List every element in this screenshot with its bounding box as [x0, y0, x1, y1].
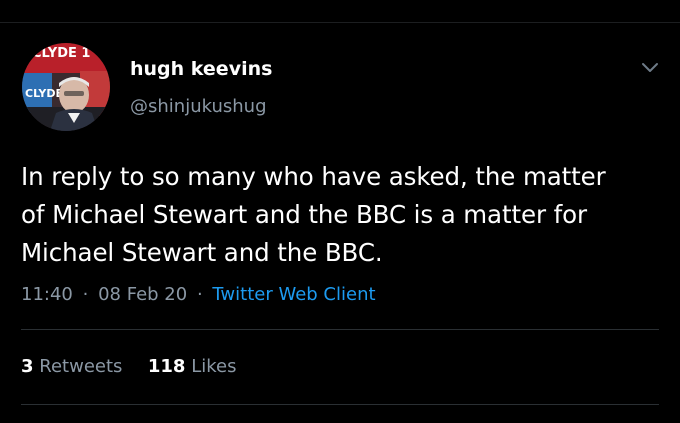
tweet-text-line: of Michael Stewart and the BBC is a matt… — [21, 200, 588, 229]
svg-text:CLYDE 1: CLYDE 1 — [32, 46, 90, 61]
tweet-stats: 3 Retweets 118 Likes — [21, 356, 236, 377]
tweet-time[interactable]: 11:40 — [21, 284, 73, 305]
likes-count: 118 — [147, 356, 186, 377]
tweet-text: In reply to so many who have asked, the … — [21, 158, 661, 272]
author-handle[interactable]: @shinjukushug — [130, 96, 267, 117]
retweets-label: Retweets — [39, 356, 123, 377]
top-divider — [0, 22, 680, 23]
avatar-image: CLYDE 1 CLYDE — [22, 43, 110, 131]
retweets-stat[interactable]: 3 Retweets — [21, 356, 128, 377]
retweets-count: 3 — [21, 356, 34, 377]
likes-label: Likes — [191, 356, 237, 377]
stats-divider-top — [21, 329, 659, 330]
meta-separator: · — [82, 284, 89, 305]
author-name[interactable]: hugh keevins — [130, 58, 272, 80]
meta-separator: · — [196, 284, 203, 305]
stats-divider-bottom — [21, 404, 659, 405]
tweet-text-line: Michael Stewart and the BBC. — [21, 238, 383, 267]
tweet-meta: 11:40 · 08 Feb 20 · Twitter Web Client — [21, 284, 376, 305]
likes-stat[interactable]: 118 Likes — [148, 356, 237, 377]
avatar[interactable]: CLYDE 1 CLYDE — [22, 43, 110, 131]
tweet-client-link[interactable]: Twitter Web Client — [212, 284, 375, 305]
tweet-text-line: In reply to so many who have asked, the … — [21, 162, 606, 191]
svg-text:CLYDE: CLYDE — [25, 87, 63, 100]
tweet-date[interactable]: 08 Feb 20 — [98, 284, 187, 305]
chevron-down-icon[interactable] — [639, 58, 661, 78]
